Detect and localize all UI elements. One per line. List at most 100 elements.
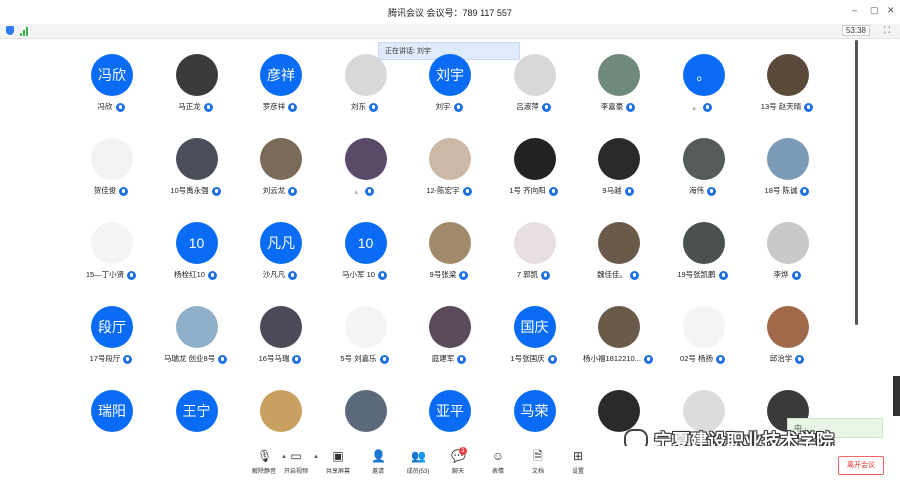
participant-name: 刘宇 [435, 102, 451, 111]
avatar [598, 54, 640, 96]
avatar [429, 138, 471, 180]
avatar [175, 138, 218, 180]
participant-name-row: 18号 陈诚 [732, 185, 842, 196]
maximize-icon[interactable]: ▢ [870, 5, 879, 16]
mic-icon [547, 354, 557, 364]
mic-icon [718, 270, 728, 280]
minimize-icon[interactable]: – [852, 5, 857, 15]
signal-icon[interactable] [20, 27, 29, 36]
avatar [598, 306, 640, 348]
document-icon: 🗎 [533, 449, 543, 463]
leave-meeting-button[interactable]: 离开会议 [838, 456, 884, 475]
invite-button[interactable]: 👤 邀请 [356, 450, 400, 482]
participant-name: 贺佳俊 [93, 186, 117, 195]
mic-icon [203, 102, 213, 112]
mic-icon [288, 270, 298, 280]
participant-name: 魏佳佳。 [597, 270, 627, 279]
start-video-button[interactable]: ▭ ▲ 开启视频 [274, 449, 319, 482]
participant-name: 。 [354, 186, 363, 195]
chat-icon: 💬 1 [451, 447, 467, 463]
docs-button[interactable]: 🗎 文档 [516, 450, 560, 482]
window-title: 腾讯会议 会议号：789 117 557 [388, 8, 512, 18]
avatar: 10 [344, 222, 387, 264]
members-button[interactable]: 👥 成员(53) [396, 450, 440, 482]
share-screen-button[interactable]: ▣ 共享屏幕 [316, 450, 360, 482]
participant-tile[interactable]: 13号 赵天晴 [732, 54, 842, 124]
mic-icon [207, 270, 217, 280]
participant-name: 马正龙 [178, 102, 201, 111]
avatar [260, 138, 302, 180]
mic-icon [292, 354, 302, 364]
participant-name: 沙凡凡 [262, 270, 286, 279]
chat-button[interactable]: 💬 1 聊天 [436, 447, 480, 482]
avatar [513, 54, 556, 96]
side-panel-handle[interactable] [893, 376, 900, 416]
participant-name: 15—丁小贤 [85, 270, 125, 279]
participant-name: 16号马瑞 [258, 354, 290, 363]
mic-icon [707, 186, 716, 196]
mic-icon [453, 102, 463, 112]
avatar: 瑞阳 [91, 390, 133, 432]
participant-name: 9号张梁 [429, 270, 457, 279]
avatar [344, 390, 387, 432]
settings-button[interactable]: ⊞ 设置 [556, 450, 600, 482]
participant-name: 17号段厅 [89, 354, 121, 363]
avatar [682, 222, 725, 264]
mic-icon [211, 186, 221, 196]
avatar [767, 306, 809, 348]
participant-name: 李烨 [773, 270, 789, 279]
chat-badge: 1 [459, 447, 467, 455]
avatar [344, 306, 387, 348]
avatar: 冯欣 [91, 54, 133, 96]
avatar [429, 306, 471, 348]
smiley-icon: ☺ [491, 449, 505, 463]
avatar [598, 390, 640, 432]
participant-name: 5号 刘嘉乐 [340, 354, 377, 363]
shield-icon[interactable] [6, 26, 14, 35]
avatar [513, 138, 556, 180]
camera-off-icon: ▭ [290, 449, 302, 463]
avatar [513, 222, 556, 264]
avatar: 彦祥 [260, 54, 302, 96]
participant-name-row: 13号 赵天晴 [732, 101, 842, 112]
avatar: 王宁 [175, 390, 218, 432]
avatar [344, 54, 387, 96]
participant-name: 马瑞龙 创业8号 [163, 354, 216, 363]
participant-name: 19号张凯鹏 [677, 270, 716, 279]
mic-icon [791, 270, 801, 280]
participant-name: 9马越 [602, 186, 622, 195]
emoji-button[interactable]: ☺ 表情 [476, 450, 520, 482]
participant-name: 1号张国庆 [510, 354, 545, 363]
avatar: 10 [175, 222, 218, 264]
settings-grid-icon: ⊞ [572, 449, 584, 463]
screen-share-icon: ▣ [332, 449, 344, 463]
mic-icon [462, 186, 472, 196]
mic-icon [541, 102, 551, 112]
mic-icon [119, 186, 129, 196]
avatar: 亚平 [429, 390, 471, 432]
participant-tile[interactable]: 李烨 [732, 222, 842, 292]
close-icon[interactable]: ✕ [887, 5, 895, 16]
participant-name: 罗彦祥 [262, 102, 286, 111]
participant-tile[interactable]: 18号 陈诚 [732, 138, 842, 208]
participant-name: 刘云龙 [262, 186, 286, 195]
avatar [682, 306, 725, 348]
fullscreen-icon[interactable]: ⛶ [882, 25, 892, 35]
avatar: 。 [682, 54, 725, 96]
add-user-icon: 👤 [371, 449, 386, 463]
grid-scrollbar[interactable] [855, 40, 858, 325]
avatar [429, 222, 471, 264]
mic-icon [624, 186, 634, 196]
title-bar: 腾讯会议 会议号：789 117 557 – ▢ ✕ [0, 0, 900, 24]
meeting-timer: 53:38 [841, 25, 870, 36]
avatar: 刘宇 [429, 54, 471, 96]
avatar [767, 138, 809, 180]
participant-name: 18号 陈诚 [764, 186, 798, 195]
mic-icon [800, 186, 810, 196]
participant-name: 12-陈宏宇 [426, 186, 460, 195]
participant-name: 13号 赵天晴 [760, 102, 802, 111]
mic-icon [123, 354, 133, 364]
participant-name: 冯欣 [97, 102, 113, 111]
participant-tile[interactable]: 邱治学 [732, 306, 842, 376]
participant-grid: 冯欣 冯欣 马正龙 彦祥 罗彦祥 刘东 刘宇 刘宇 吕淑萍 李嘉豪。。 13号 赵天晴 贺佳俊 10号禹… [0, 54, 850, 446]
